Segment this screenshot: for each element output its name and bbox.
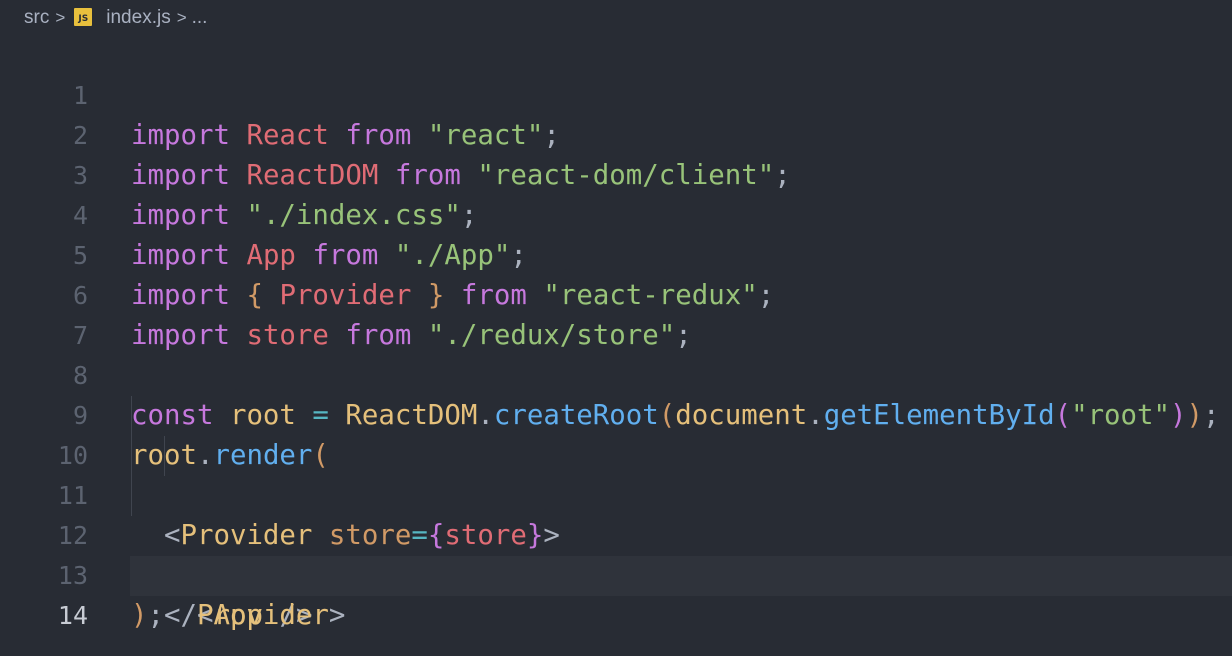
line-number: 13 (57, 561, 88, 590)
code-line[interactable]: 9 root.render( (0, 356, 1232, 471)
code-line[interactable]: 10 <Provider store={store}> (0, 396, 1232, 551)
code-line[interactable]: 6 import store from "./redux/store"; (0, 236, 1232, 351)
breadcrumb-folder-src[interactable]: src (24, 7, 49, 29)
code-line[interactable]: 12 </Provider> (0, 476, 1232, 631)
code-line-active[interactable]: 14 (58, 556, 1232, 630)
code-line[interactable]: 4 import App from "./App"; (0, 156, 1232, 271)
code-token: > (328, 600, 346, 631)
indent-guide (164, 436, 165, 476)
indent-guide (131, 436, 132, 476)
indent-guide (131, 396, 132, 436)
indent-guide (131, 476, 132, 516)
code-line[interactable]: 5 import { Provider } from "react-redux"… (0, 196, 1232, 311)
code-line[interactable]: 13 ); (0, 516, 1232, 631)
line-number-active: 14 (57, 601, 88, 630)
code-line[interactable]: 8 const root = ReactDOM.createRoot(docum… (0, 316, 1232, 431)
breadcrumb: src > JS index.js > ... (24, 6, 207, 30)
code-line[interactable]: 11 <App /> (0, 436, 1232, 631)
chevron-right-icon: > (176, 8, 187, 27)
breadcrumb-more[interactable]: ... (192, 7, 208, 29)
chevron-right-icon: > (55, 8, 66, 27)
breadcrumb-file-index[interactable]: index.js (106, 7, 170, 29)
code-line[interactable]: 1 import React from "react"; (0, 36, 1232, 151)
code-editor[interactable]: src > JS index.js > ... 1 import React f… (0, 0, 1232, 656)
code-line[interactable]: 2 import ReactDOM from "react-dom/client… (0, 76, 1232, 191)
code-line[interactable]: 7 (0, 276, 1232, 350)
code-line[interactable]: 3 import "./index.css"; (0, 116, 1232, 231)
code-area[interactable]: 1 import React from "react"; 2 import Re… (0, 36, 1232, 631)
javascript-file-icon: JS (74, 8, 93, 26)
